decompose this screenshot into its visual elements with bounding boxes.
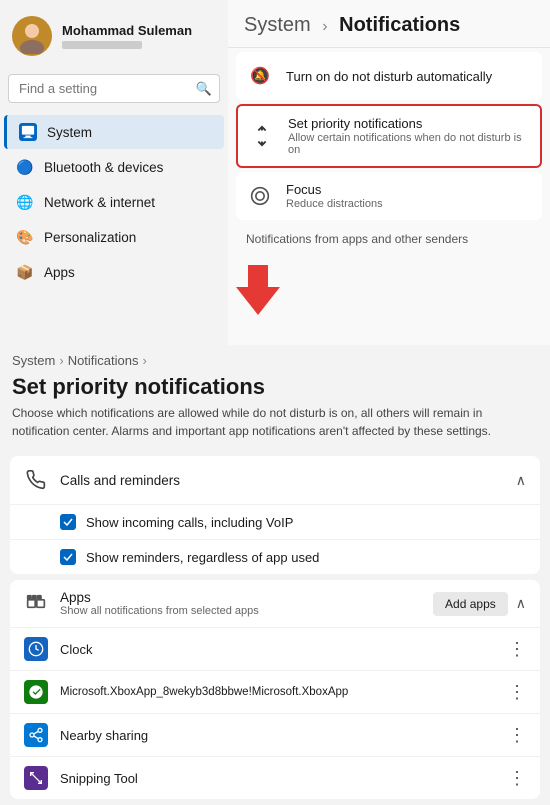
sidebar-item-network[interactable]: 🌐 Network & internet: [4, 185, 224, 219]
xbox-app-name: Microsoft.XboxApp_8wekyb3d8bbwe!Microsof…: [60, 686, 508, 698]
clock-app-icon: [24, 637, 48, 661]
setting-priority-sub: Allow certain notifications when do not …: [288, 132, 530, 156]
setting-dnd-title: Turn on do not disturb automatically: [286, 69, 532, 84]
avatar: [12, 16, 52, 56]
bluetooth-icon: 🔵: [16, 158, 34, 176]
settings-list: 🔕 Turn on do not disturb automatically: [228, 52, 550, 250]
user-profile[interactable]: Mohammad Suleman: [0, 8, 228, 64]
sidebar-item-apps-label: Apps: [44, 265, 75, 280]
arrow-head: [236, 287, 280, 315]
sidebar-item-apps[interactable]: 📦 Apps: [4, 255, 224, 289]
sidebar-item-bluetooth[interactable]: 🔵 Bluetooth & devices: [4, 150, 224, 184]
apps-section: Apps Show all notifications from selecte…: [10, 580, 540, 799]
apps-title: Apps: [60, 590, 259, 605]
apps-header-left: Apps Show all notifications from selecte…: [24, 590, 259, 617]
add-apps-button[interactable]: Add apps: [433, 592, 508, 616]
bc-sep2: ›: [143, 353, 147, 368]
breadcrumb-current: Notifications: [339, 14, 460, 36]
sidebar-item-personalization-label: Personalization: [44, 230, 136, 245]
setting-focus-title: Focus: [286, 182, 532, 197]
app-item-clock[interactable]: Clock ⋮: [10, 627, 540, 670]
setting-focus-sub: Reduce distractions: [286, 198, 532, 210]
arrow-stem: [248, 265, 268, 287]
checkbox-reminders-label: Show reminders, regardless of app used: [86, 550, 319, 565]
breadcrumb-system[interactable]: System: [244, 14, 311, 36]
bottom-section: System › Notifications › Set priority no…: [0, 345, 550, 799]
app-item-nearby[interactable]: Nearby sharing ⋮: [10, 713, 540, 756]
apps-header-right: Add apps ∧: [433, 592, 526, 616]
calls-header-left: Calls and reminders: [24, 468, 180, 492]
section-label: Notifications from apps and other sender…: [236, 224, 542, 250]
checkbox-reminders-box[interactable]: [60, 549, 76, 565]
network-icon: 🌐: [16, 193, 34, 211]
snipping-app-menu[interactable]: ⋮: [508, 769, 526, 787]
setting-priority-text: Set priority notifications Allow certain…: [288, 116, 530, 156]
search-box[interactable]: 🔍: [8, 74, 220, 103]
calls-section: Calls and reminders ∧ Show incoming call…: [10, 456, 540, 574]
apps-section-text: Apps Show all notifications from selecte…: [60, 590, 259, 617]
calls-chevron-icon: ∧: [516, 472, 526, 489]
setting-dnd-text: Turn on do not disturb automatically: [286, 69, 532, 84]
snipping-app-icon: [24, 766, 48, 790]
page-description: Choose which notifications are allowed w…: [0, 404, 550, 450]
apps-section-header: Apps Show all notifications from selecte…: [10, 580, 540, 627]
bottom-breadcrumb: System › Notifications ›: [0, 345, 550, 372]
page-title: Set priority notifications: [0, 372, 550, 404]
sidebar: Mohammad Suleman 🔍 System 🔵 Bluetooth & …: [0, 0, 228, 345]
setting-dnd[interactable]: 🔕 Turn on do not disturb automatically: [236, 52, 542, 100]
setting-priority[interactable]: Set priority notifications Allow certain…: [236, 104, 542, 168]
nearby-app-menu[interactable]: ⋮: [508, 726, 526, 744]
snipping-app-name: Snipping Tool: [60, 771, 508, 786]
checkbox-voip-box[interactable]: [60, 514, 76, 530]
sidebar-item-system[interactable]: System: [4, 115, 224, 149]
sidebar-item-bluetooth-label: Bluetooth & devices: [44, 160, 163, 175]
checkbox-reminders[interactable]: Show reminders, regardless of app used: [10, 539, 540, 574]
sidebar-item-personalization[interactable]: 🎨 Personalization: [4, 220, 224, 254]
apps-section-icon: [24, 592, 48, 616]
nearby-app-name: Nearby sharing: [60, 728, 508, 743]
setting-focus[interactable]: Focus Reduce distractions: [236, 172, 542, 220]
user-sub-placeholder: [62, 41, 142, 49]
down-arrow-indicator: [236, 265, 280, 315]
xbox-app-menu[interactable]: ⋮: [508, 683, 526, 701]
calls-icon: [24, 468, 48, 492]
checkbox-voip[interactable]: Show incoming calls, including VoIP: [10, 504, 540, 539]
sidebar-item-network-label: Network & internet: [44, 195, 155, 210]
app-item-xbox[interactable]: Microsoft.XboxApp_8wekyb3d8bbwe!Microsof…: [10, 670, 540, 713]
bc-notifications[interactable]: Notifications: [68, 353, 139, 368]
page-header: System › Notifications: [228, 0, 550, 48]
nearby-app-icon: [24, 723, 48, 747]
xbox-app-icon: [24, 680, 48, 704]
apps-chevron-icon: ∧: [516, 595, 526, 612]
sidebar-item-system-label: System: [47, 125, 92, 140]
personalization-icon: 🎨: [16, 228, 34, 246]
bc-system[interactable]: System: [12, 353, 55, 368]
clock-app-name: Clock: [60, 642, 508, 657]
system-icon: [19, 123, 37, 141]
setting-priority-title: Set priority notifications: [288, 116, 530, 131]
dnd-icon: 🔕: [246, 62, 274, 90]
checkbox-voip-label: Show incoming calls, including VoIP: [86, 515, 293, 530]
priority-icon: [248, 122, 276, 150]
user-name: Mohammad Suleman: [62, 23, 192, 38]
search-icon: 🔍: [196, 81, 212, 97]
user-info: Mohammad Suleman: [62, 23, 192, 49]
apps-sub: Show all notifications from selected app…: [60, 605, 259, 617]
calls-header-text: Calls and reminders: [60, 473, 180, 488]
setting-focus-text: Focus Reduce distractions: [286, 182, 532, 210]
search-input[interactable]: [8, 74, 220, 103]
calls-section-header[interactable]: Calls and reminders ∧: [10, 456, 540, 504]
breadcrumb-sep1: ›: [322, 18, 327, 35]
focus-icon: [246, 182, 274, 210]
bc-sep1: ›: [59, 353, 63, 368]
clock-app-menu[interactable]: ⋮: [508, 640, 526, 658]
apps-icon: 📦: [16, 263, 34, 281]
breadcrumb: System › Notifications: [244, 14, 534, 37]
calls-title: Calls and reminders: [60, 473, 180, 488]
